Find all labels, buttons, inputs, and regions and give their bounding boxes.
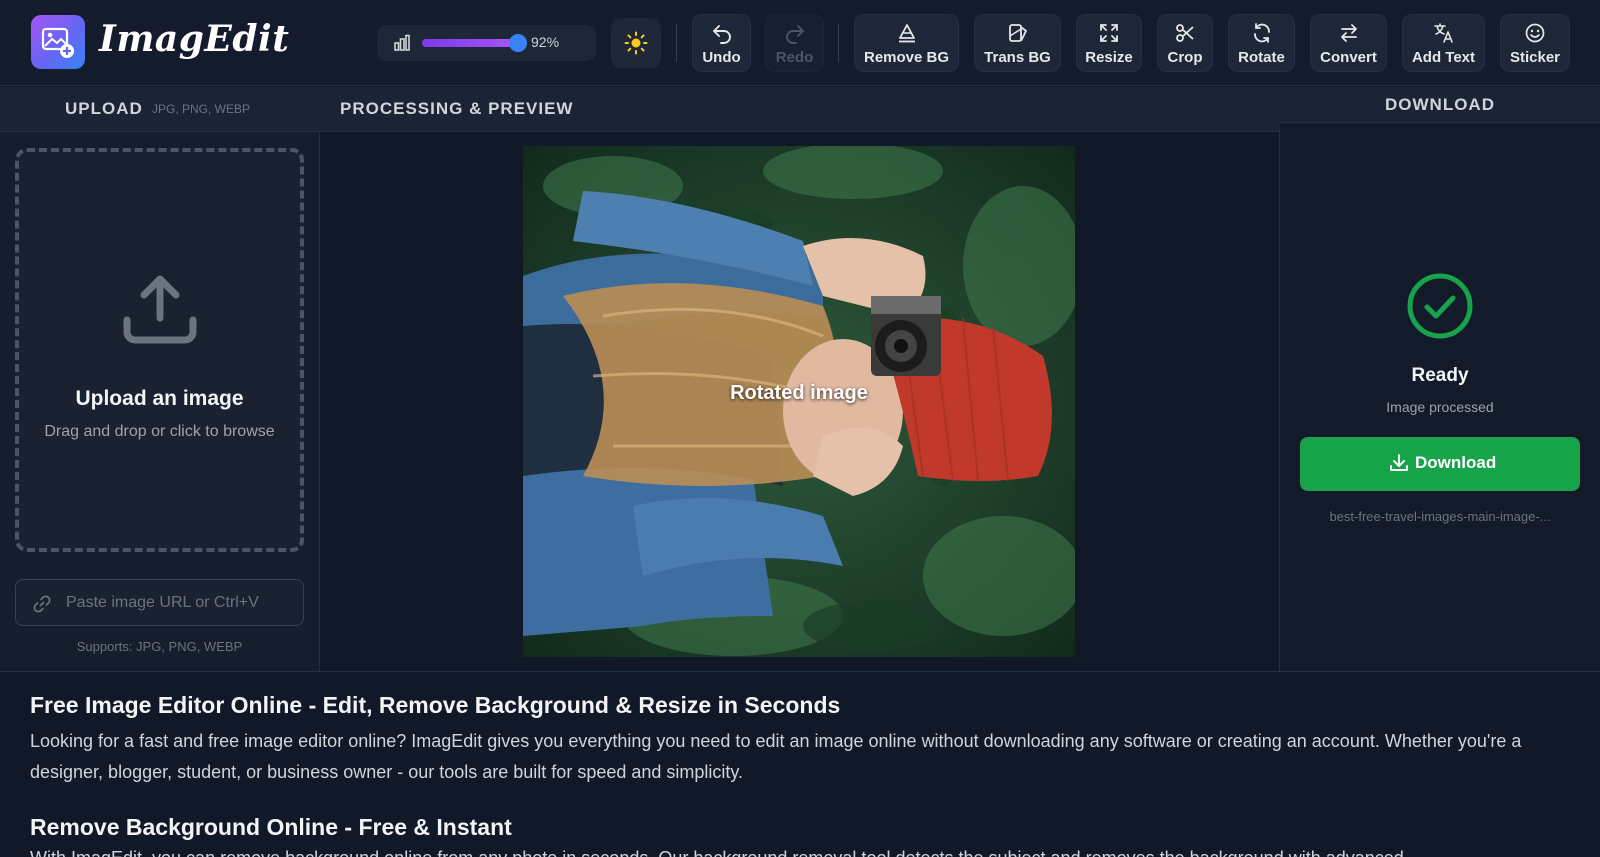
logo-icon[interactable] — [31, 15, 85, 69]
download-panel: DOWNLOAD Ready Image processed Download … — [1280, 87, 1600, 671]
smiley-icon — [1525, 23, 1545, 43]
undo-label: Undo — [702, 49, 741, 66]
zoom-slider-fill — [422, 39, 518, 47]
trans-bg-label: Trans BG — [984, 49, 1051, 66]
output-filename: best-free-travel-images-main-image-... — [1329, 509, 1551, 524]
remove-bg-label: Remove BG — [863, 49, 950, 66]
upload-icon — [122, 274, 198, 355]
seo-article: Free Image Editor Online - Edit, Remove … — [0, 671, 1600, 857]
crop-button[interactable]: Crop — [1157, 14, 1213, 72]
redo-button[interactable]: Redo — [765, 14, 824, 72]
redo-icon — [785, 25, 804, 44]
article-paragraph-2: With ImagEdit, you can remove background… — [30, 848, 1570, 857]
rotate-icon — [1253, 23, 1270, 43]
zoom-control: 92% — [377, 25, 596, 61]
download-button[interactable]: Download — [1300, 437, 1580, 491]
preview-title: PROCESSING & PREVIEW — [340, 99, 574, 118]
remove-bg-button[interactable]: Remove BG — [854, 14, 959, 72]
theme-toggle-button[interactable] — [611, 18, 661, 68]
rotate-label: Rotate — [1238, 49, 1285, 66]
undo-icon — [712, 25, 731, 44]
image-url-field[interactable] — [15, 579, 304, 626]
upload-formats: JPG, PNG, WEBP — [152, 102, 251, 116]
article-paragraph: Looking for a fast and free image editor… — [30, 731, 1522, 782]
undo-button[interactable]: Undo — [692, 14, 751, 72]
article-subheading: Remove Background Online - Free & Instan… — [30, 814, 512, 840]
crop-label: Crop — [1167, 49, 1203, 66]
status-text: Ready — [1411, 365, 1469, 386]
preview-panel-header: PROCESSING & PREVIEW — [320, 87, 1280, 132]
resize-label: Resize — [1085, 49, 1133, 66]
redo-label: Redo — [775, 49, 814, 66]
zoom-value: 92% — [531, 34, 560, 50]
sticker-button[interactable]: Sticker — [1500, 14, 1570, 72]
zoom-bars-icon — [393, 34, 411, 57]
rotate-button[interactable]: Rotate — [1228, 14, 1295, 72]
article-heading: Free Image Editor Online - Edit, Remove … — [30, 692, 841, 718]
upload-panel: UPLOAD JPG, PNG, WEBP Upload an image Dr… — [0, 87, 320, 671]
preview-caption: Rotated image — [730, 382, 868, 404]
trans-bg-icon — [1008, 24, 1027, 42]
add-text-button[interactable]: Add Text — [1402, 14, 1485, 72]
zoom-slider-thumb[interactable] — [508, 34, 527, 52]
check-circle-icon — [1406, 272, 1474, 345]
upload-dropzone[interactable]: Upload an image Drag and drop or click t… — [15, 148, 304, 552]
image-url-input[interactable] — [66, 588, 296, 618]
remove-bg-icon — [898, 24, 915, 43]
top-toolbar: ImagEdit 92% Undo Redo Remove BG Trans B… — [0, 0, 1600, 86]
resize-icon — [1100, 24, 1118, 42]
zoom-slider[interactable] — [422, 34, 527, 52]
translate-icon — [1433, 23, 1453, 43]
add-text-label: Add Text — [1411, 49, 1476, 66]
toolbar-divider — [838, 24, 839, 62]
supported-formats-note: Supports: JPG, PNG, WEBP — [76, 639, 243, 654]
app-title: ImagEdit — [99, 18, 290, 60]
trans-bg-button[interactable]: Trans BG — [974, 14, 1061, 72]
status-subtext: Image processed — [1386, 399, 1494, 415]
convert-label: Convert — [1320, 49, 1377, 66]
convert-button[interactable]: Convert — [1310, 14, 1387, 72]
toolbar-divider — [676, 24, 677, 62]
dropzone-title: Upload an image — [75, 387, 244, 410]
upload-title: UPLOAD — [65, 99, 143, 118]
convert-icon — [1340, 24, 1357, 42]
download-icon — [1390, 454, 1408, 471]
image-preview: Rotated image — [523, 146, 1075, 657]
preview-panel: PROCESSING & PREVIEW Rotated image — [320, 87, 1280, 671]
download-button-label: Download — [1415, 453, 1497, 472]
crop-icon — [1176, 24, 1194, 42]
upload-panel-header: UPLOAD JPG, PNG, WEBP — [0, 87, 320, 132]
download-panel-header: DOWNLOAD — [1280, 87, 1600, 123]
dropzone-subtitle: Drag and drop or click to browse — [44, 423, 275, 440]
link-icon — [32, 594, 52, 619]
resize-button[interactable]: Resize — [1076, 14, 1142, 72]
download-title: DOWNLOAD — [1385, 95, 1495, 114]
sticker-label: Sticker — [1509, 49, 1561, 66]
